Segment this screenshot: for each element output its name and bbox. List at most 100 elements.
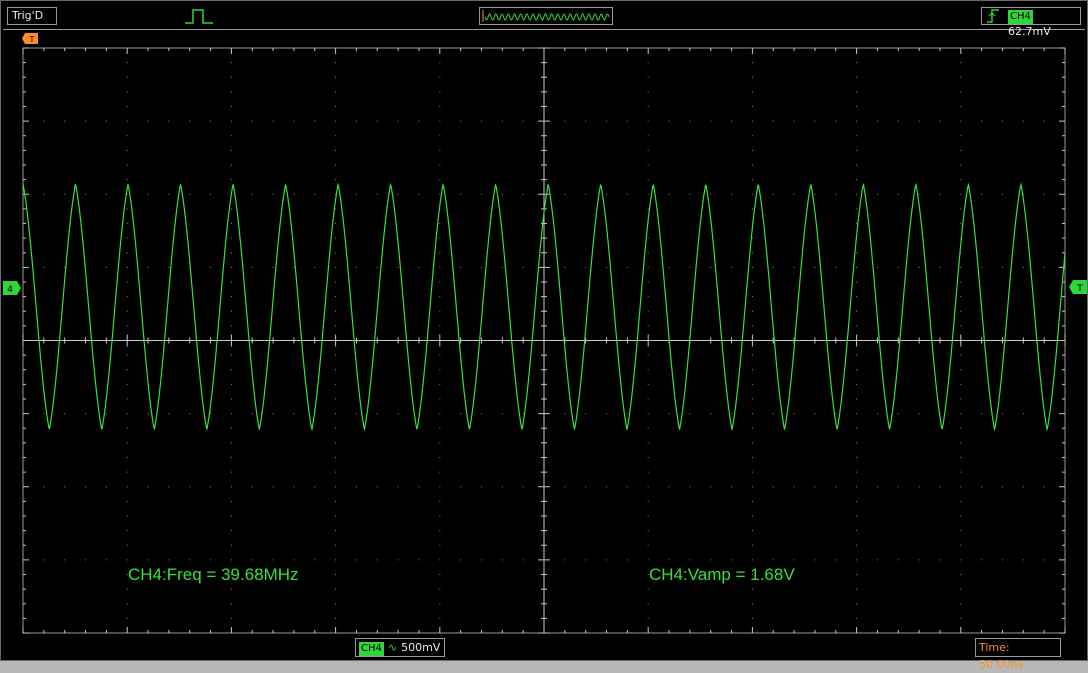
grid-dot xyxy=(126,457,128,458)
grid-dot xyxy=(439,603,441,605)
grid-dot xyxy=(751,442,753,444)
grid-dot xyxy=(751,515,753,517)
waveform-overview-strip[interactable] xyxy=(479,7,613,25)
grid-dot xyxy=(647,237,649,239)
grid-dot xyxy=(439,237,441,239)
grid-dot xyxy=(647,457,649,458)
timebase-readout[interactable]: Time: 50.00ns xyxy=(975,638,1061,671)
grid-dot xyxy=(751,76,753,78)
channel-reference-marker-label: 4 xyxy=(7,285,13,295)
grid-dot xyxy=(647,91,649,93)
grid-dot xyxy=(314,193,316,195)
grid-dot xyxy=(647,544,649,546)
grid-dot xyxy=(335,369,337,371)
grid-dot xyxy=(230,457,232,458)
grid-dot xyxy=(272,486,274,488)
grid-dot xyxy=(147,559,149,561)
grid-dot xyxy=(293,559,295,561)
trigger-mode-icon[interactable] xyxy=(183,7,215,25)
grid-dot xyxy=(501,120,503,122)
grid-dot xyxy=(230,603,232,605)
grid-dot xyxy=(210,193,212,195)
trigger-level-marker-label: T xyxy=(1076,284,1083,294)
trigger-position-marker[interactable]: T xyxy=(22,33,38,44)
grid-dot xyxy=(105,266,107,268)
grid-dot xyxy=(439,91,441,93)
grid-dot xyxy=(439,515,441,517)
grid-dot xyxy=(585,413,587,415)
grid-dot xyxy=(64,559,66,561)
trigger-status: Trig'D xyxy=(7,7,57,25)
grid-dot xyxy=(647,442,649,444)
amplitude-measurement: CH4:Vamp = 1.68V xyxy=(649,565,795,584)
grid-dot xyxy=(439,223,441,224)
grid-dot xyxy=(751,369,753,371)
grid-dot xyxy=(230,310,232,312)
grid-dot xyxy=(647,296,649,298)
grid-dot xyxy=(814,413,816,415)
grid-dot xyxy=(1001,559,1003,561)
grid-dot xyxy=(439,281,441,283)
grid-dot xyxy=(960,164,962,166)
grid-dot xyxy=(335,354,337,356)
grid-dot xyxy=(43,266,45,268)
grid-dot xyxy=(335,120,337,122)
channel-reference-marker[interactable]: 4 xyxy=(3,281,21,295)
grid-dot xyxy=(126,617,128,619)
grid-dot xyxy=(647,617,649,619)
grid-dot xyxy=(355,413,357,415)
grid-dot xyxy=(293,413,295,415)
grid-dot xyxy=(960,120,962,122)
grid-dot xyxy=(126,237,128,239)
grid-dot xyxy=(856,281,858,283)
grid-dot xyxy=(772,486,774,488)
grid-dot xyxy=(793,559,795,561)
grid-dot xyxy=(335,398,337,400)
grid-dot xyxy=(856,310,858,312)
grid-dot xyxy=(335,252,337,254)
grid-dot xyxy=(876,266,878,268)
grid-dot xyxy=(814,193,816,195)
grid-dot xyxy=(751,427,753,429)
grid-dot xyxy=(1001,413,1003,415)
trigger-info[interactable]: CH462.7mV xyxy=(981,7,1081,38)
grid-dot xyxy=(751,500,753,502)
grid-dot xyxy=(960,296,962,298)
trigger-level-marker[interactable]: T xyxy=(1069,280,1087,294)
grid-dot xyxy=(647,310,649,312)
grid-dot xyxy=(126,179,128,181)
grid-dot xyxy=(189,486,191,488)
grid-dot xyxy=(856,193,858,195)
grid-dot xyxy=(1043,193,1045,195)
grid-dot xyxy=(126,106,128,107)
channel-scale[interactable]: CH4 ∿ 500mV xyxy=(355,638,445,657)
grid-dot xyxy=(335,325,337,327)
waveform-display[interactable]: T 4 T xyxy=(1,31,1088,636)
grid-dot xyxy=(668,559,670,561)
grid-dot xyxy=(460,266,462,268)
grid-dot xyxy=(439,486,441,488)
grid-dot xyxy=(355,266,357,268)
grid-dot xyxy=(751,471,753,473)
grid-dot xyxy=(856,398,858,400)
grid-dot xyxy=(126,223,128,224)
grid-dot xyxy=(751,325,753,327)
grid-dot xyxy=(230,149,232,151)
grid-dot xyxy=(897,559,899,561)
grid-dot xyxy=(230,76,232,78)
grid-dot xyxy=(147,486,149,488)
grid-dot xyxy=(647,500,649,502)
grid-dot xyxy=(230,588,232,590)
grid-dot xyxy=(85,413,87,415)
grid-dot xyxy=(606,413,608,415)
grid-dot xyxy=(1001,266,1003,268)
grid-dot xyxy=(897,413,899,415)
grid-dot xyxy=(168,413,170,415)
grid-dot xyxy=(856,354,858,356)
grid-dot xyxy=(647,62,649,64)
grid-dot xyxy=(647,76,649,78)
grid-dot xyxy=(230,62,232,64)
grid-dot xyxy=(731,193,733,195)
grid-dot xyxy=(335,413,337,415)
grid-dot xyxy=(856,120,858,122)
